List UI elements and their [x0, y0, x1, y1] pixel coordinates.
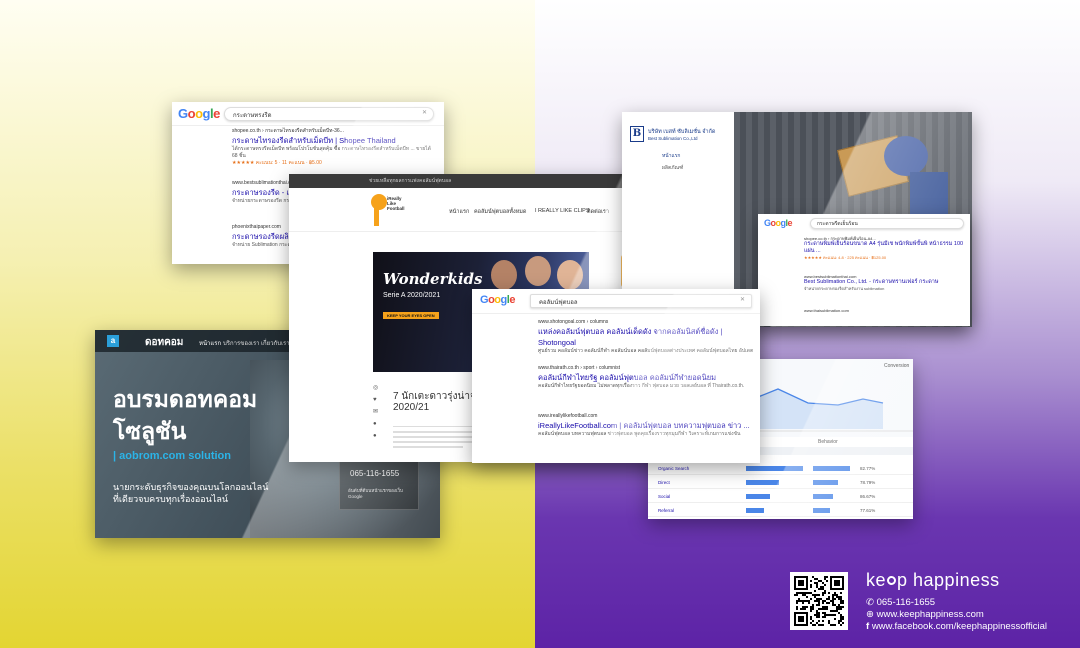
behavior-bar [813, 494, 833, 499]
channel-name: Direct [658, 480, 670, 485]
phone-text: 065-116-1655 [350, 469, 400, 478]
search-input[interactable]: กระดาษรีดเย็นร้อน [810, 218, 964, 229]
channel-bar [746, 508, 764, 513]
google-logo: Google [178, 106, 220, 121]
search-result[interactable]: shopee.co.th › กระดาษไทรองรีดสำหรับเม็ดบ… [232, 128, 437, 167]
channel-bar [746, 480, 779, 485]
company-logo: B [630, 126, 644, 142]
globe-icon: ⊕ [866, 609, 874, 620]
channel-bar [746, 466, 803, 471]
table-row[interactable]: Direct 78.79% [648, 477, 913, 489]
behavior-bar [813, 508, 830, 513]
nav-about[interactable]: เกี่ยวกับเรา [261, 338, 290, 348]
close-icon: ✕ [421, 110, 427, 116]
behavior-bar [813, 480, 838, 485]
google-logo: Google [480, 294, 515, 306]
table-row[interactable]: Organic Search 82.77% [648, 463, 913, 475]
nav-home[interactable]: หน้าแรก [662, 152, 680, 160]
percent-value: 77.61% [860, 508, 876, 513]
site-logo: iReally Like Football [371, 194, 409, 228]
footer-contact: ke p happiness ✆ 065-116-1655 ⊕ www.keeph… [790, 570, 1080, 640]
nav-services[interactable]: บริการของเรา [223, 338, 260, 348]
search-result[interactable]: www.thaisublimation.com [804, 308, 966, 313]
behavior-bar [813, 466, 850, 471]
google-search-screenshot-transfer: Google กระดาษรีดเย็นร้อน shopee.co.th › … [758, 214, 970, 326]
channel-name: Organic Search [658, 466, 690, 471]
contact-box[interactable]: 065-116-1655 อันดับที่ดีบนหน้าแรกของเว็บ… [339, 458, 419, 510]
google-logo: Google [764, 218, 793, 228]
hero-tagline-line2: ที่เดียวจบครบทุกเรื่องออนไลน์ [113, 494, 228, 504]
qr-code[interactable] [790, 572, 848, 630]
channel-bar [746, 494, 770, 499]
hero-heading: อบรมดอทคอม [113, 386, 258, 412]
contact-phone: ✆ 065-116-1655 [866, 597, 936, 608]
metric-label: Conversion [884, 363, 910, 369]
article-title-line2[interactable]: 2020/21 [393, 402, 429, 413]
nav-home[interactable]: หน้าแรก [449, 208, 469, 216]
brand-logo: ke p happiness [866, 570, 1000, 590]
phone-icon: ✆ [866, 597, 874, 608]
channel-name: Referral [658, 508, 675, 513]
nav-clips[interactable]: I REALLY LIKE CLIPS [535, 208, 590, 214]
share-sidebar[interactable]: ◎ ♥ ✉ ● ● [373, 382, 381, 462]
channel-name: Social [658, 494, 671, 499]
percent-value: 86.67% [860, 494, 876, 499]
search-input[interactable]: คอลัมน์ฟุตบอล ✕ [530, 294, 752, 308]
nav-home[interactable]: หน้าแรก [199, 338, 221, 348]
cta-text: อันดับที่ดีบนหน้าแรกของเว็บ Google [348, 488, 403, 499]
article-body [393, 426, 483, 456]
close-icon: ✕ [739, 297, 745, 303]
section-label: Behavior [818, 439, 838, 445]
table-row[interactable]: Referral 77.61% [648, 505, 913, 517]
search-result[interactable]: www.bestsublimationthai.com Best Sublima… [804, 274, 966, 291]
search-result[interactable]: www.shotongoal.com › columns แหล่งคอลัมน… [538, 319, 754, 355]
hero-domain: | aobrom.com solution [113, 450, 231, 462]
percent-value: 78.79% [860, 480, 876, 485]
nav-products[interactable]: ผลิตภัณฑ์ [662, 164, 683, 172]
search-input[interactable]: กระดาษทรงรีด ✕ [224, 107, 434, 121]
site-logo: ดอทคอม [145, 337, 184, 348]
contact-facebook[interactable]: f www.facebook.com/keephappinessofficial [866, 621, 1047, 632]
nav-columns[interactable]: คอลัมน์ฟุตบอลทั้งหมด [474, 208, 527, 216]
percent-value: 82.77% [860, 466, 876, 471]
contact-website[interactable]: ⊕ www.keephappiness.com [866, 609, 984, 620]
table-row[interactable]: Social 86.67% [648, 491, 913, 503]
search-result[interactable]: www.thairath.co.th › sport › columnist ค… [538, 365, 754, 390]
facebook-icon: f [866, 621, 870, 632]
aobrom-logo-mark: a [107, 335, 119, 347]
hero-heading-line2: โซลูชัน [113, 418, 187, 444]
search-result[interactable]: shopee.co.th › กระดาษพิมพ์เย็นร้อน-A4...… [804, 236, 966, 260]
search-result[interactable]: www.ireallylikefootball.com iReallyLikeF… [538, 413, 754, 438]
nav-contact[interactable]: ติดต่อเรา [587, 208, 609, 216]
google-search-screenshot-football: Google คอลัมน์ฟุตบอล ✕ www.shotongoal.com… [472, 289, 760, 463]
